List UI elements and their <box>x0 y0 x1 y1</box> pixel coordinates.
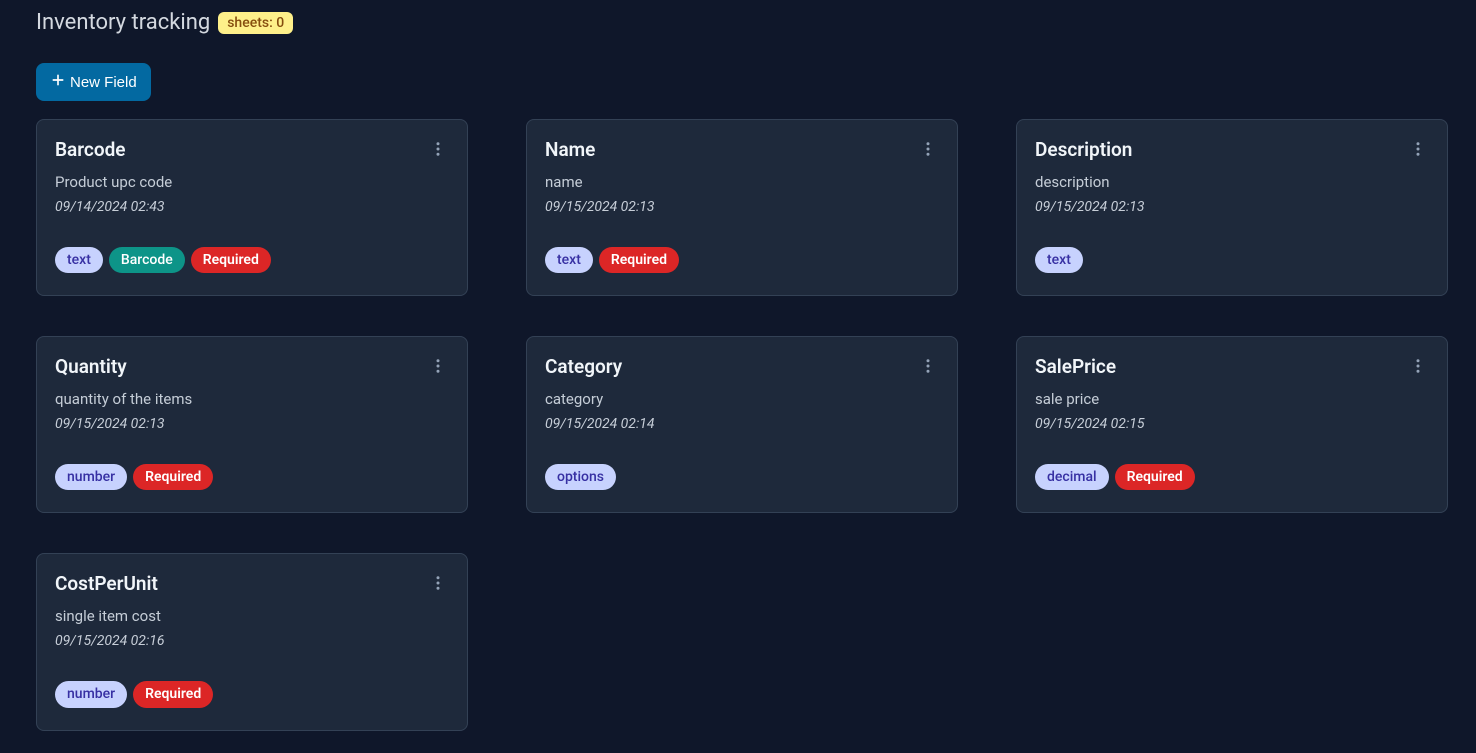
type-badge: text <box>55 247 103 273</box>
card-description: description <box>1035 173 1429 191</box>
type-badge: number <box>55 464 127 490</box>
card-menu-button[interactable] <box>427 355 449 380</box>
card-menu-button[interactable] <box>427 572 449 597</box>
card-title: Category <box>545 355 622 378</box>
card-title: Name <box>545 138 595 161</box>
card-title: Quantity <box>55 355 127 378</box>
card-title: SalePrice <box>1035 355 1116 378</box>
card-description: single item cost <box>55 607 449 625</box>
card-description: Product upc code <box>55 173 449 191</box>
card-date: 09/15/2024 02:14 <box>545 416 939 432</box>
card-date: 09/14/2024 02:43 <box>55 199 449 215</box>
field-card: Description description 09/15/2024 02:13 te… <box>1016 119 1448 296</box>
field-card: SalePrice sale price 09/15/2024 02:15 decim… <box>1016 336 1448 513</box>
card-date: 09/15/2024 02:13 <box>545 199 939 215</box>
required-badge: Required <box>599 247 679 273</box>
card-menu-button[interactable] <box>917 355 939 380</box>
card-header: CostPerUnit <box>55 572 449 597</box>
type-badge: decimal <box>1035 464 1109 490</box>
required-badge: Required <box>133 464 213 490</box>
dots-vertical-icon <box>919 360 937 379</box>
card-tags: numberRequired <box>55 464 449 490</box>
card-date: 09/15/2024 02:13 <box>1035 199 1429 215</box>
card-date: 09/15/2024 02:16 <box>55 633 449 649</box>
card-title: CostPerUnit <box>55 572 158 595</box>
card-header: Barcode <box>55 138 449 163</box>
card-menu-button[interactable] <box>427 138 449 163</box>
card-tags: numberRequired <box>55 681 449 707</box>
cards-grid: Barcode Product upc code 09/14/2024 02:43 t… <box>36 119 1440 731</box>
card-tags: textRequired <box>545 247 939 273</box>
card-description: quantity of the items <box>55 390 449 408</box>
card-tags: textBarcodeRequired <box>55 247 449 273</box>
sheets-badge: sheets: 0 <box>218 12 293 34</box>
format-badge: Barcode <box>109 247 185 273</box>
card-title: Barcode <box>55 138 126 161</box>
new-field-label: New Field <box>70 74 137 91</box>
card-menu-button[interactable] <box>917 138 939 163</box>
card-header: Name <box>545 138 939 163</box>
field-card: Barcode Product upc code 09/14/2024 02:43 t… <box>36 119 468 296</box>
card-description: sale price <box>1035 390 1429 408</box>
required-badge: Required <box>1115 464 1195 490</box>
plus-icon <box>50 72 66 92</box>
field-card: CostPerUnit single item cost 09/15/2024 02… <box>36 553 468 730</box>
required-badge: Required <box>133 681 213 707</box>
card-header: Category <box>545 355 939 380</box>
dots-vertical-icon <box>429 577 447 596</box>
type-badge: number <box>55 681 127 707</box>
type-badge: options <box>545 464 616 490</box>
type-badge: text <box>545 247 593 273</box>
dots-vertical-icon <box>919 143 937 162</box>
card-header: SalePrice <box>1035 355 1429 380</box>
card-menu-button[interactable] <box>1407 355 1429 380</box>
field-card: Name name 09/15/2024 02:13 textRequired <box>526 119 958 296</box>
card-description: category <box>545 390 939 408</box>
card-date: 09/15/2024 02:13 <box>55 416 449 432</box>
dots-vertical-icon <box>429 143 447 162</box>
card-header: Description <box>1035 138 1429 163</box>
dots-vertical-icon <box>1409 143 1427 162</box>
card-tags: options <box>545 464 939 490</box>
new-field-button[interactable]: New Field <box>36 63 151 101</box>
card-title: Description <box>1035 138 1132 161</box>
card-header: Quantity <box>55 355 449 380</box>
field-card: Category category 09/15/2024 02:14 options <box>526 336 958 513</box>
page-header: Inventory tracking sheets: 0 <box>36 10 1440 35</box>
card-date: 09/15/2024 02:15 <box>1035 416 1429 432</box>
card-description: name <box>545 173 939 191</box>
dots-vertical-icon <box>429 360 447 379</box>
field-card: Quantity quantity of the items 09/15/2024 … <box>36 336 468 513</box>
page-title: Inventory tracking <box>36 10 210 35</box>
dots-vertical-icon <box>1409 360 1427 379</box>
card-menu-button[interactable] <box>1407 138 1429 163</box>
card-tags: decimalRequired <box>1035 464 1429 490</box>
card-tags: text <box>1035 247 1429 273</box>
required-badge: Required <box>191 247 271 273</box>
type-badge: text <box>1035 247 1083 273</box>
